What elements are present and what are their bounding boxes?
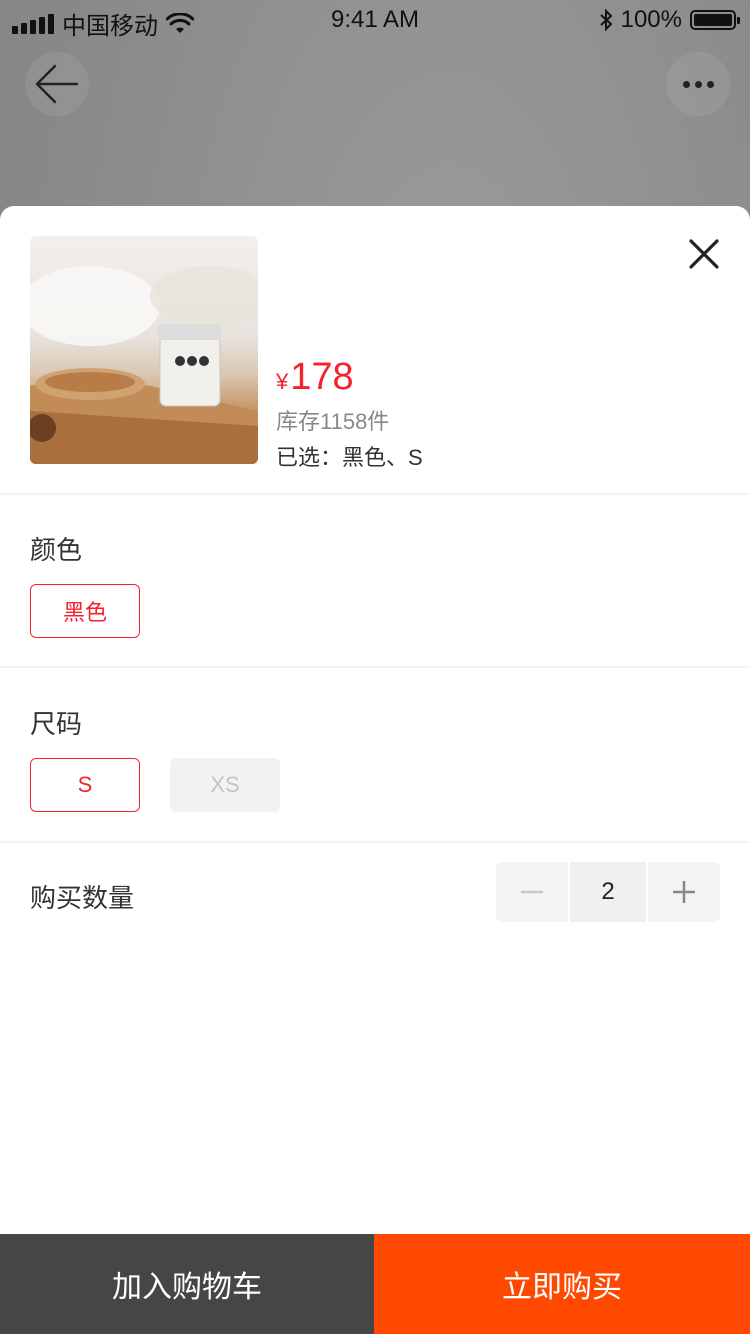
product-image-illustration	[30, 266, 258, 464]
minus-icon	[521, 890, 543, 894]
increment-button[interactable]	[648, 862, 720, 922]
selected-summary: 已选：黑色、S	[276, 445, 423, 470]
plus-icon	[673, 881, 695, 903]
size-option-s[interactable]: S	[30, 758, 140, 812]
stock-text: 库存1158件	[276, 409, 390, 434]
more-dot	[706, 80, 714, 88]
quantity-stepper: 2	[496, 862, 720, 922]
product-thumbnail	[30, 236, 258, 464]
color-section-title: 颜色	[30, 535, 83, 565]
more-dots-icon	[682, 80, 690, 88]
close-button[interactable]	[682, 232, 726, 276]
divider	[0, 666, 750, 668]
status-bar: 中国移动 9:41 AM 100%	[0, 0, 750, 40]
color-option-black[interactable]: 黑色	[30, 584, 140, 638]
close-icon	[689, 239, 719, 269]
buy-now-button[interactable]: 立即购买	[374, 1234, 750, 1334]
price: ¥178	[276, 356, 354, 399]
size-section-title: 尺码	[30, 709, 83, 739]
sku-sheet: ¥178 库存1158件 已选：黑色、S 颜色 黑色 尺码 S XS 购买数量 …	[0, 206, 750, 1334]
back-button[interactable]	[25, 52, 89, 116]
more-button[interactable]	[666, 52, 730, 116]
price-value: 178	[290, 356, 354, 398]
status-right: 100%	[599, 6, 740, 34]
quantity-label: 购买数量	[30, 883, 135, 913]
size-option-xs: XS	[170, 758, 280, 812]
battery-icon	[690, 10, 740, 30]
decrement-button[interactable]	[496, 862, 568, 922]
bluetooth-icon	[599, 9, 613, 31]
divider	[0, 841, 750, 843]
price-symbol: ¥	[276, 369, 289, 394]
divider	[0, 493, 750, 495]
add-to-cart-button[interactable]: 加入购物车	[0, 1234, 374, 1334]
quantity-value[interactable]: 2	[570, 862, 646, 922]
arrow-left-icon	[35, 64, 79, 104]
action-bar: 加入购物车 立即购买	[0, 1234, 750, 1334]
battery-percent: 100%	[620, 6, 682, 33]
more-dot	[694, 80, 702, 88]
